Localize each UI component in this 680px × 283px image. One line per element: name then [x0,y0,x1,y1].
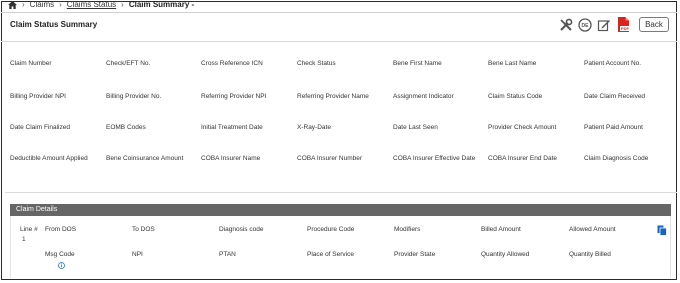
summary-field-label: Patient Account No. [584,60,642,67]
summary-field-label: Referring Provider NPI [201,93,267,100]
summary-field-label: Initial Treatment Date [201,124,263,131]
claim-detail-column-label: PTAN [219,251,236,258]
claim-detail-column-label: Provider State [394,251,436,258]
breadcrumb: › Claims › Claims Status › Claim Summary… [8,0,194,10]
claim-detail-column-label: Quantity Billed [569,251,611,258]
copy-icon[interactable] [657,225,667,236]
claim-detail-column-label: Diagnosis code [219,226,264,233]
chevron-right-icon: › [121,0,124,9]
page-title: Claim Status Summary [10,20,98,29]
claim-detail-column-label: To DOS [132,226,155,233]
chevron-right-icon: › [59,0,62,9]
claim-detail-column-label: Place of Service [307,251,354,258]
breadcrumb-claims-status-link[interactable]: Claims Status [67,0,116,10]
summary-field-label: COBA Insurer Name [201,155,261,162]
claim-details-header: Claim Details [10,204,671,216]
summary-field-label: Check Status [297,60,336,67]
summary-field-label: Patient Paid Amount [584,124,643,131]
summary-field-label: COBA Insurer Number [297,155,363,162]
info-icon[interactable] [58,262,65,269]
line-number-label: Line # [20,226,38,233]
summary-field-label: Date Last Seen [393,124,438,131]
breadcrumb-claims-link[interactable]: Claims [30,0,54,10]
claim-detail-column-label: NPI [132,251,143,258]
summary-field-label: Claim Status Code [488,93,543,100]
summary-field-label: Assignment Indicator [393,93,454,100]
back-button[interactable]: Back [639,17,669,32]
summary-divider [5,192,677,193]
summary-field-label: COBA Insurer Effective Date [393,155,476,162]
claim-detail-column-label: Msg Code [45,251,75,258]
summary-field-label: Bene Last Name [488,60,537,67]
breadcrumb-current: Claim Summary - [128,0,195,9]
summary-field-label: Referring Provider Name [297,93,369,100]
tools-icon[interactable] [558,17,573,32]
title-divider [1,41,677,42]
summary-field-label: Cross Reference ICN [201,60,263,67]
pdf-icon[interactable]: PDF [616,17,631,32]
svg-text:DE: DE [581,23,589,29]
summary-field-label: Claim Number [10,60,52,67]
summary-field-label: Provider Check Amount [488,124,557,131]
chevron-right-icon: › [22,0,25,9]
summary-field-label: COBA Insurer End Date [488,155,558,162]
dde-icon[interactable]: DE [577,17,592,32]
summary-field-label: Date Claim Finalized [10,124,70,131]
line-number-value: 1 [22,236,26,243]
home-icon[interactable] [8,1,17,9]
claim-detail-column-label: Procedure Code [307,226,355,233]
claim-detail-column-label: Quantity Allowed [481,251,530,258]
summary-field-label: Bene Coinsurance Amount [106,155,184,162]
header-divider [1,12,677,13]
summary-field-label: Check/EFT No. [106,60,151,67]
summary-field-label: Billing Provider NPI [10,93,66,100]
summary-field-label: Deductible Amount Applied [10,155,88,162]
summary-field-label: Bene First Name [393,60,442,67]
summary-field-label: EOMB Codes [106,124,146,131]
summary-field-label: Billing Provider No. [106,93,162,100]
svg-text:PDF: PDF [621,26,630,31]
claim-detail-column-label: Modifiers [394,226,421,233]
edit-icon[interactable] [596,17,611,32]
claim-detail-column-label: Billed Amount [481,226,521,233]
summary-field-label: Date Claim Received [584,93,646,100]
claim-detail-column-label: Allowed Amount [569,226,616,233]
claim-detail-column-label: From DOS [45,226,77,233]
summary-field-label: Claim Diagnosis Code [584,155,649,162]
summary-field-label: X-Ray-Date [297,124,331,131]
